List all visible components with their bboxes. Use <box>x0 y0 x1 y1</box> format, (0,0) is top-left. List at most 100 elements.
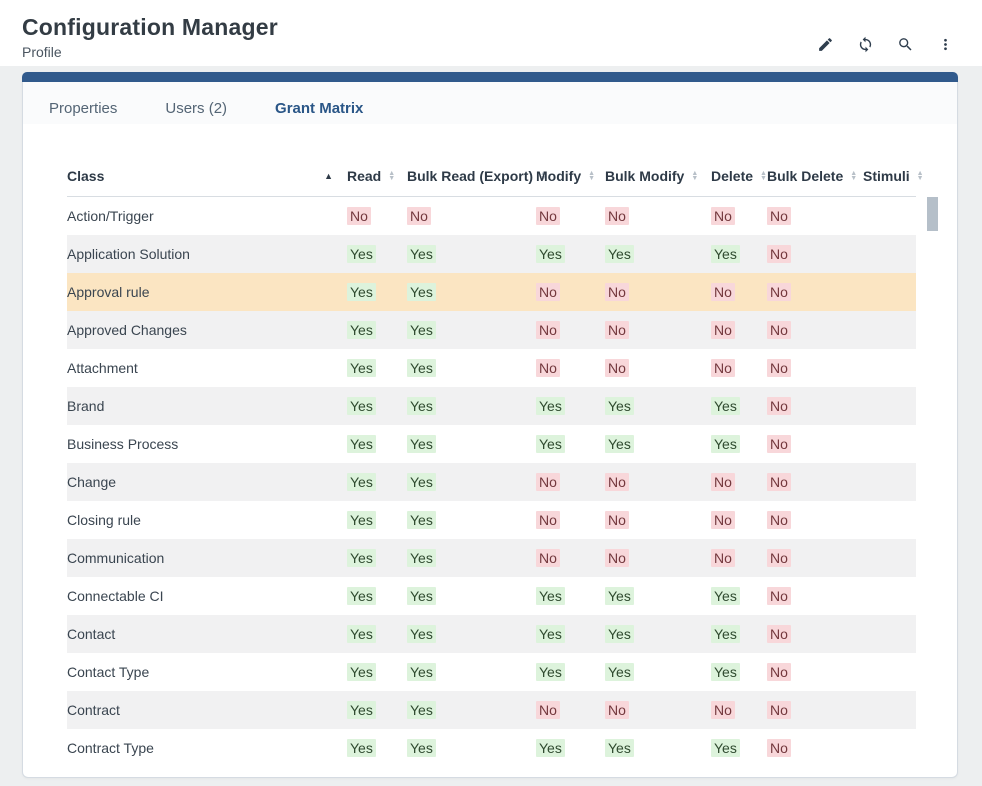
grant-value-cell: No <box>347 197 407 235</box>
grant-value-cell <box>863 501 916 539</box>
refresh-button[interactable] <box>856 38 874 56</box>
no-badge: No <box>711 207 735 225</box>
toolbar <box>816 38 954 56</box>
grant-value-cell: No <box>767 577 863 615</box>
page-header: Configuration Manager Profile <box>0 0 982 66</box>
table-row[interactable]: Contract YesYesNoNoNoNo <box>67 691 916 729</box>
no-badge: No <box>605 701 629 719</box>
grant-value-cell: Yes <box>605 425 711 463</box>
grant-value-cell: No <box>767 463 863 501</box>
table-row[interactable]: Contact Type YesYesYesYesYesNo <box>67 653 916 691</box>
column-header-stimuli[interactable]: Stimuli▲▼ <box>863 158 916 197</box>
column-header-delete[interactable]: Delete▲▼ <box>711 158 767 197</box>
grant-value-cell: Yes <box>347 311 407 349</box>
table-row[interactable]: Application Solution YesYesYesYesYesNo <box>67 235 916 273</box>
no-badge: No <box>407 207 431 225</box>
grant-value-cell: Yes <box>407 615 536 653</box>
no-badge: No <box>605 511 629 529</box>
pencil-icon <box>817 36 834 58</box>
column-label: Stimuli <box>863 168 910 184</box>
yes-badge: Yes <box>407 511 436 529</box>
yes-badge: Yes <box>347 549 376 567</box>
class-name-cell: Change <box>67 463 347 501</box>
table-row[interactable]: Approved Changes YesYesNoNoNoNo <box>67 311 916 349</box>
column-header-modify[interactable]: Modify▲▼ <box>536 158 605 197</box>
yes-badge: Yes <box>605 739 634 757</box>
table-row[interactable]: Connectable CI YesYesYesYesYesNo <box>67 577 916 615</box>
yes-badge: Yes <box>407 283 436 301</box>
grant-value-cell: No <box>605 539 711 577</box>
no-badge: No <box>767 739 791 757</box>
column-label: Read <box>347 168 381 184</box>
grant-value-cell: No <box>767 653 863 691</box>
no-badge: No <box>767 587 791 605</box>
grant-value-cell: Yes <box>605 235 711 273</box>
column-header-read[interactable]: Read▲▼ <box>347 158 407 197</box>
no-badge: No <box>605 321 629 339</box>
table-row[interactable]: Attachment YesYesNoNoNoNo <box>67 349 916 387</box>
table-row[interactable]: Change YesYesNoNoNoNo <box>67 463 916 501</box>
no-badge: No <box>767 511 791 529</box>
tab-properties[interactable]: Properties <box>49 100 117 124</box>
table-row[interactable]: Contact YesYesYesYesYesNo <box>67 615 916 653</box>
table-row[interactable]: Communication YesYesNoNoNoNo <box>67 539 916 577</box>
tab-users[interactable]: Users (2) <box>165 100 227 124</box>
grant-value-cell: Yes <box>711 653 767 691</box>
table-row[interactable]: Approval rule YesYesNoNoNoNo <box>67 273 916 311</box>
grant-value-cell <box>863 691 916 729</box>
sort-icon: ▲▼ <box>588 171 595 182</box>
sort-icon: ▲▼ <box>850 171 857 182</box>
page-title: Configuration Manager <box>22 14 952 41</box>
more-button[interactable] <box>936 38 954 56</box>
yes-badge: Yes <box>347 625 376 643</box>
no-badge: No <box>536 207 560 225</box>
column-header-class[interactable]: Class ▲ <box>67 158 347 197</box>
table-row[interactable]: Business Process YesYesYesYesYesNo <box>67 425 916 463</box>
grant-value-cell: No <box>767 387 863 425</box>
column-header-bulk-delete[interactable]: Bulk Delete▲▼ <box>767 158 863 197</box>
grant-value-cell: Yes <box>605 387 711 425</box>
table-row[interactable]: Brand YesYesYesYesYesNo <box>67 387 916 425</box>
grant-value-cell: No <box>767 349 863 387</box>
table-row[interactable]: Action/Trigger NoNoNoNoNoNo <box>67 197 916 235</box>
column-header-bulk-modify[interactable]: Bulk Modify▲▼ <box>605 158 711 197</box>
tab-grant-matrix[interactable]: Grant Matrix <box>275 100 363 124</box>
grant-value-cell: No <box>767 197 863 235</box>
grant-value-cell: Yes <box>407 539 536 577</box>
class-name-cell: Contract Type <box>67 729 347 767</box>
grant-value-cell: Yes <box>536 235 605 273</box>
no-badge: No <box>767 245 791 263</box>
grant-value-cell <box>863 425 916 463</box>
no-badge: No <box>536 473 560 491</box>
grant-value-cell: Yes <box>407 387 536 425</box>
grant-value-cell: Yes <box>407 235 536 273</box>
table-row[interactable]: Closing rule YesYesNoNoNoNo <box>67 501 916 539</box>
no-badge: No <box>767 701 791 719</box>
class-name-cell: Contact Type <box>67 653 347 691</box>
grant-value-cell: Yes <box>536 387 605 425</box>
grant-matrix-table-wrap: Class ▲ Read▲▼ Bulk Read (Export)▲▼ Modi… <box>67 158 927 767</box>
yes-badge: Yes <box>536 587 565 605</box>
grant-value-cell: Yes <box>407 729 536 767</box>
grant-value-cell <box>863 349 916 387</box>
no-badge: No <box>711 473 735 491</box>
kebab-menu-icon <box>937 36 954 58</box>
grant-value-cell: Yes <box>347 729 407 767</box>
column-label: Bulk Modify <box>605 168 684 184</box>
column-header-bulk-read[interactable]: Bulk Read (Export)▲▼ <box>407 158 536 197</box>
search-button[interactable] <box>896 38 914 56</box>
grant-value-cell <box>863 387 916 425</box>
grant-value-cell: No <box>605 691 711 729</box>
yes-badge: Yes <box>711 739 740 757</box>
table-row[interactable]: Contract Type YesYesYesYesYesNo <box>67 729 916 767</box>
edit-button[interactable] <box>816 38 834 56</box>
no-badge: No <box>605 283 629 301</box>
grant-value-cell: Yes <box>347 691 407 729</box>
yes-badge: Yes <box>605 435 634 453</box>
grant-value-cell <box>863 577 916 615</box>
refresh-icon <box>857 36 874 58</box>
yes-badge: Yes <box>536 435 565 453</box>
grant-value-cell: No <box>767 501 863 539</box>
scrollbar-thumb[interactable] <box>927 197 938 231</box>
yes-badge: Yes <box>407 549 436 567</box>
